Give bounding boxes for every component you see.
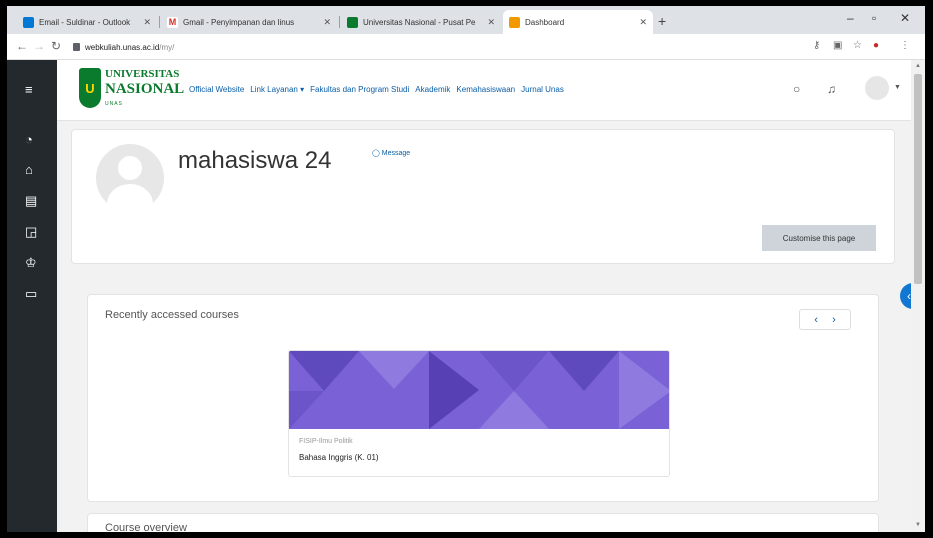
tab-label: Dashboard bbox=[525, 17, 565, 27]
address-bar[interactable]: webkuliah.unas.ac.id /my/ bbox=[73, 38, 793, 56]
logo-line-2: NASIONAL bbox=[105, 81, 185, 97]
files-icon[interactable]: ◲ bbox=[25, 224, 37, 240]
menu-kemahasiswaan[interactable]: Kemahasiswaan bbox=[456, 85, 515, 94]
maximize-icon[interactable]: ▫ bbox=[872, 11, 876, 25]
site-navbar: U UNIVERSITAS NASIONAL UNAS Official Web… bbox=[7, 60, 925, 121]
section-title: Course overview bbox=[105, 522, 187, 532]
address-toolbar: ← → ↻ webkuliah.unas.ac.id /my/ ⚷ ▣ ☆ ● … bbox=[7, 34, 925, 60]
tab-outlook[interactable]: Email - Suldinar - Outlook ✕ bbox=[17, 10, 157, 34]
menu-label: Link Layanan bbox=[250, 85, 298, 94]
folder-icon[interactable]: ▭ bbox=[25, 286, 37, 302]
close-icon[interactable]: ✕ bbox=[143, 17, 151, 28]
message-icon: ◯ bbox=[372, 150, 380, 157]
browser-window: Email - Suldinar - Outlook ✕ M Gmail - P… bbox=[7, 6, 925, 532]
avatar-head bbox=[118, 156, 142, 180]
outlook-icon bbox=[23, 16, 34, 28]
minimize-icon[interactable]: – bbox=[847, 11, 854, 25]
hamburger-icon[interactable]: ≡ bbox=[25, 82, 33, 97]
scroll-thumb[interactable] bbox=[914, 74, 922, 284]
unas-logo[interactable]: U UNIVERSITAS NASIONAL UNAS bbox=[79, 66, 189, 118]
forward-icon[interactable]: → bbox=[33, 39, 45, 53]
gmail-icon: M bbox=[167, 16, 178, 28]
tab-separator bbox=[159, 16, 160, 28]
key-icon[interactable]: ⚷ bbox=[813, 40, 820, 51]
star-icon[interactable]: ☆ bbox=[853, 40, 862, 51]
url-path: /my/ bbox=[159, 42, 175, 52]
chevron-down-icon[interactable]: ▼ bbox=[894, 84, 901, 91]
new-tab-button[interactable]: + bbox=[658, 13, 666, 29]
message-link[interactable]: ◯ Message bbox=[372, 149, 410, 157]
unas-icon bbox=[347, 16, 358, 28]
home-icon[interactable]: ⌂ bbox=[25, 162, 33, 177]
tab-label: Gmail - Penyimpanan dan linus bbox=[183, 17, 295, 27]
translate-icon[interactable]: ▣ bbox=[833, 40, 842, 51]
menu-akademik[interactable]: Akademik bbox=[415, 85, 450, 94]
chevron-left-icon[interactable]: ‹ bbox=[814, 314, 818, 326]
graduation-cap-icon[interactable]: ♔ bbox=[25, 255, 37, 271]
chevron-right-icon[interactable]: › bbox=[832, 314, 836, 326]
user-avatar[interactable] bbox=[865, 76, 889, 100]
close-window-icon[interactable]: ✕ bbox=[900, 11, 910, 25]
course-overview-block: Course overview bbox=[87, 513, 879, 532]
url-host: webkuliah.unas.ac.id bbox=[85, 42, 160, 52]
page-content: mahasiswa 24 ◯ Message Customise this pa… bbox=[57, 121, 911, 532]
logo-line-1: UNIVERSITAS bbox=[105, 68, 180, 80]
profile-avatar bbox=[96, 144, 164, 212]
main-menu: Official Website Link Layanan ▾ Fakultas… bbox=[189, 85, 570, 94]
chat-icon[interactable]: ○ bbox=[793, 82, 800, 96]
close-icon[interactable]: ✕ bbox=[487, 17, 495, 28]
moodle-icon bbox=[509, 16, 520, 28]
course-pager: ‹ › bbox=[799, 309, 851, 330]
back-icon[interactable]: ← bbox=[16, 39, 28, 53]
menu-dots-icon[interactable]: ⋮ bbox=[900, 40, 910, 51]
tab-unas[interactable]: Universitas Nasional - Pusat Pe ✕ bbox=[341, 10, 501, 34]
menu-fakultas[interactable]: Fakultas dan Program Studi bbox=[310, 85, 409, 94]
reload-icon[interactable]: ↻ bbox=[51, 39, 61, 53]
course-banner-pattern bbox=[289, 351, 669, 429]
tab-label: Universitas Nasional - Pusat Pe bbox=[363, 17, 476, 27]
bell-icon[interactable]: ♫ bbox=[827, 82, 836, 96]
menu-jurnal-unas[interactable]: Jurnal Unas bbox=[521, 85, 564, 94]
message-label: Message bbox=[381, 150, 411, 157]
customise-page-button[interactable]: Customise this page bbox=[762, 225, 876, 251]
recent-courses-block: Recently accessed courses ‹ › FISIP-Ilmu… bbox=[87, 294, 879, 502]
course-name[interactable]: Bahasa Inggris (K. 01) bbox=[299, 453, 379, 462]
logo-line-3: UNAS bbox=[105, 101, 123, 107]
tab-strip: Email - Suldinar - Outlook ✕ M Gmail - P… bbox=[7, 6, 925, 34]
section-title: Recently accessed courses bbox=[105, 309, 239, 321]
close-icon[interactable]: ✕ bbox=[639, 17, 647, 28]
scroll-up-icon[interactable]: ▲ bbox=[915, 63, 921, 69]
course-category: FISIP-Ilmu Politik bbox=[299, 438, 353, 445]
tab-label: Email - Suldinar - Outlook bbox=[39, 17, 131, 27]
page-title: mahasiswa 24 bbox=[178, 147, 332, 174]
scrollbar[interactable]: ▲ ▼ bbox=[911, 60, 925, 532]
menu-link-layanan[interactable]: Link Layanan ▾ bbox=[250, 85, 304, 94]
logo-shield: U bbox=[79, 68, 101, 108]
menu-official-website[interactable]: Official Website bbox=[189, 85, 244, 94]
avatar-body bbox=[107, 184, 153, 212]
nav-drawer: ≡ ◔ ⌂ ▤ ◲ ♔ ▭ bbox=[7, 60, 57, 532]
calendar-icon[interactable]: ▤ bbox=[25, 193, 37, 209]
dashboard-icon[interactable]: ◔ bbox=[25, 132, 33, 147]
lock-icon bbox=[73, 43, 80, 51]
close-icon[interactable]: ✕ bbox=[323, 17, 331, 28]
tab-gmail[interactable]: M Gmail - Penyimpanan dan linus ✕ bbox=[161, 10, 337, 34]
scroll-down-icon[interactable]: ▼ bbox=[915, 522, 921, 528]
tab-dashboard[interactable]: Dashboard ✕ bbox=[503, 10, 653, 34]
profile-header: mahasiswa 24 ◯ Message Customise this pa… bbox=[71, 129, 895, 264]
extension-icon[interactable]: ● bbox=[873, 40, 879, 51]
tab-separator bbox=[339, 16, 340, 28]
course-card[interactable]: FISIP-Ilmu Politik Bahasa Inggris (K. 01… bbox=[288, 350, 670, 477]
